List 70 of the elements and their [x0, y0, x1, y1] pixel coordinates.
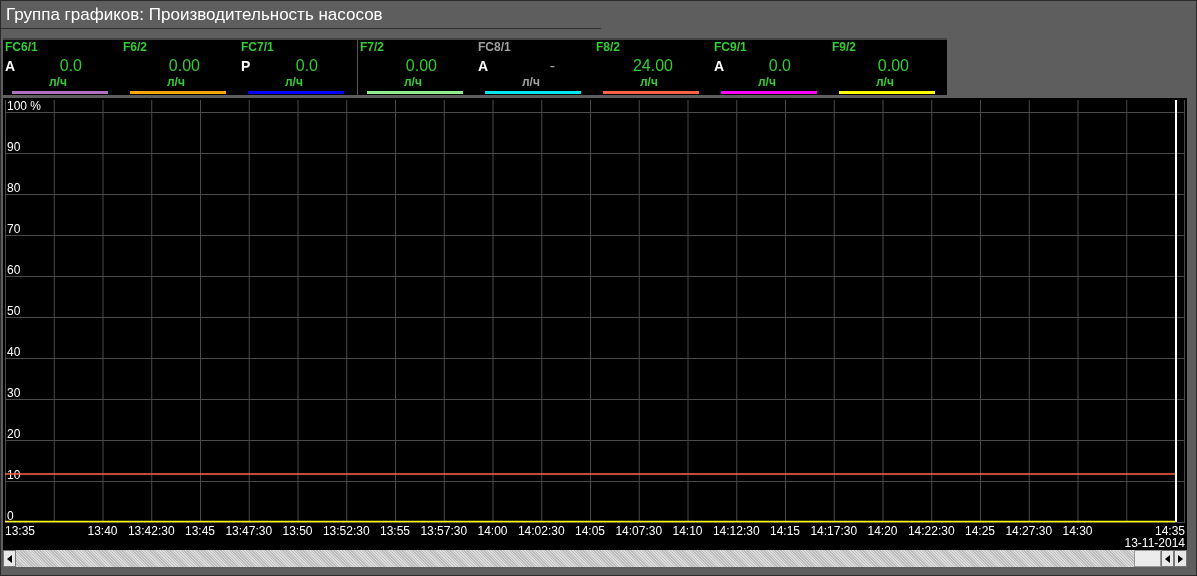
- tag-label: FC8/1: [478, 41, 511, 53]
- y-axis-label: 90: [7, 140, 21, 154]
- x-axis-label: 13:57:30: [420, 524, 468, 538]
- scroll-left-button[interactable]: [3, 550, 16, 567]
- tag-label: F6/2: [123, 41, 147, 53]
- units-label: л/ч: [522, 76, 540, 88]
- x-axis-label: 14:12:30: [712, 524, 760, 538]
- value-reading: 0.00: [405, 58, 437, 74]
- x-axis-label: 13:45: [185, 524, 215, 538]
- x-axis-label: 14:20: [867, 524, 898, 538]
- x-axis-label: 14:25: [965, 524, 995, 538]
- mode-label: A: [5, 59, 16, 73]
- x-axis-label: 14:00: [477, 524, 508, 538]
- tag-label: FC6/1: [5, 41, 38, 53]
- x-axis-label: 14:10: [672, 524, 703, 538]
- date-label: 13-11-2014: [1124, 536, 1185, 550]
- tag-label: F9/2: [832, 41, 856, 53]
- x-axis-label: 14:02:30: [517, 524, 565, 538]
- units-label: л/ч: [49, 76, 67, 88]
- y-axis-label: 70: [7, 222, 21, 236]
- units-label: л/ч: [167, 76, 185, 88]
- value-reading: -: [549, 58, 555, 74]
- value-reading: 0.00: [168, 58, 200, 74]
- value-reading: 0.0: [295, 58, 318, 74]
- scroll-thumb[interactable]: [1134, 550, 1161, 567]
- y-axis-label: 100 %: [7, 99, 42, 113]
- y-axis-label: 60: [7, 263, 21, 277]
- units-label: л/ч: [758, 76, 776, 88]
- mode-label: P: [241, 59, 251, 73]
- x-axis-label: 14:15: [770, 524, 800, 538]
- scroll-right-button[interactable]: [1174, 550, 1187, 567]
- left-arrow-icon: [7, 554, 12, 563]
- value-reading: 0.0: [768, 58, 791, 74]
- mode-label: A: [478, 59, 489, 73]
- y-axis-label: 40: [7, 345, 21, 359]
- tag-label: FC7/1: [241, 41, 274, 53]
- group-title: Группа графиков: Производительность насосов: [6, 6, 383, 23]
- mode-label: A: [714, 59, 725, 73]
- x-axis-label: 14:07:30: [615, 524, 663, 538]
- x-axis-label: 13:40: [87, 524, 118, 538]
- x-axis-label: 13:35: [5, 524, 36, 538]
- x-axis-label: 13:42:30: [127, 524, 175, 538]
- right-arrow-icon: [1178, 554, 1183, 563]
- tag-label: FC9/1: [714, 41, 747, 53]
- x-axis-label: 14:05: [575, 524, 605, 538]
- x-axis-label: 13:52:30: [322, 524, 370, 538]
- y-axis-label: 0: [7, 509, 14, 523]
- value-reading: 0.00: [877, 58, 909, 74]
- units-label: л/ч: [404, 76, 422, 88]
- tag-label: F8/2: [596, 41, 620, 53]
- value-reading: 0.0: [59, 58, 82, 74]
- y-axis-label: 80: [7, 181, 21, 195]
- left-arrow-icon: [1165, 554, 1170, 563]
- tag-label: F7/2: [360, 41, 384, 53]
- x-axis-label: 13:47:30: [225, 524, 273, 538]
- x-axis-label: 14:35: [1154, 524, 1185, 538]
- units-label: л/ч: [640, 76, 658, 88]
- value-reading: 24.00: [632, 58, 673, 74]
- x-axis-label: 13:50: [282, 524, 313, 538]
- x-axis-label: 14:17:30: [810, 524, 858, 538]
- x-axis-label: 14:27:30: [1005, 524, 1053, 538]
- scroll-left-button[interactable]: [1161, 550, 1174, 567]
- x-axis-label: 14:30: [1062, 524, 1093, 538]
- units-label: л/ч: [285, 76, 303, 88]
- y-axis-label: 20: [7, 427, 21, 441]
- units-label: л/ч: [876, 76, 894, 88]
- y-axis-label: 50: [7, 304, 21, 318]
- x-axis-label: 13:55: [380, 524, 410, 538]
- y-axis-label: 30: [7, 386, 21, 400]
- x-axis-label: 14:22:30: [907, 524, 955, 538]
